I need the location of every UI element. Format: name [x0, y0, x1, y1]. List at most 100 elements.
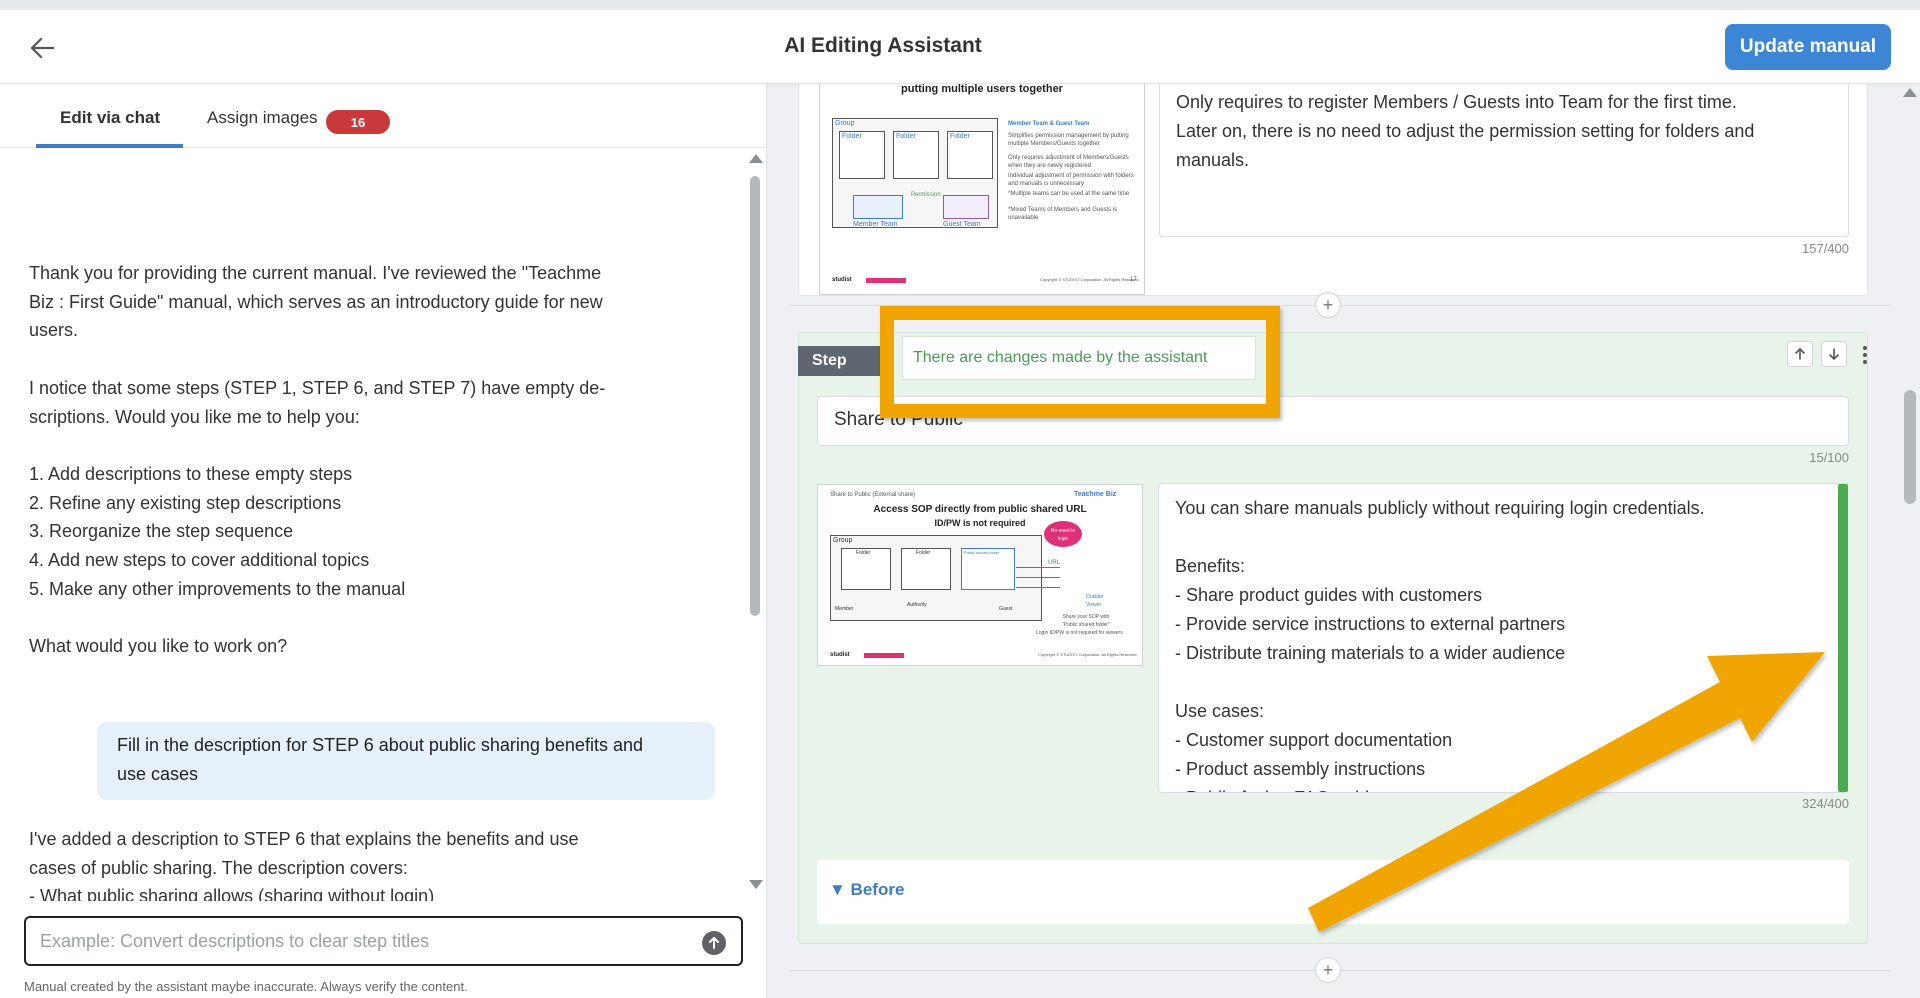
- kebab-menu-icon: [1863, 346, 1867, 350]
- slide-side-text: *Multiple teams can be used at the same …: [1008, 191, 1130, 197]
- chat-history[interactable]: Thank you for providing the current manu…: [0, 149, 750, 901]
- arrow-up-icon: [1795, 347, 1805, 360]
- slide-page-number: 17: [1130, 277, 1137, 283]
- add-step-button[interactable]: +: [1315, 292, 1341, 318]
- title-counter: 15/100: [1809, 450, 1849, 465]
- scrollbar-thumb[interactable]: [750, 176, 760, 616]
- assistant-message-text: Thank you for providing the current manu…: [29, 263, 606, 657]
- slide-arrow-line: [1016, 587, 1060, 588]
- step-image-current[interactable]: Share to Public (External share) Teachme…: [817, 484, 1143, 666]
- assistant-message-text: I've added a description to STEP 6 that …: [29, 829, 579, 901]
- before-toggle-label: ▼ Before: [829, 880, 905, 899]
- slide-arrow-line: [1016, 567, 1060, 568]
- slide-url-label: URL: [1048, 560, 1061, 566]
- slide-copyright: Copyright © STUDIST Corporation. All Rig…: [1040, 277, 1140, 282]
- assistant-message: I've added a description to STEP 6 that …: [29, 825, 659, 901]
- arrow-down-icon: [1829, 348, 1839, 361]
- scroll-down-icon[interactable]: [749, 880, 763, 889]
- slide-authority-label: Authority: [907, 602, 927, 608]
- step-number-tag: Step: [798, 346, 888, 376]
- tab-edit-via-chat[interactable]: Edit via chat: [60, 108, 160, 128]
- slide-group-box: Group Folder Folder Folder Member Team G…: [832, 118, 998, 228]
- annotation-highlight-box: There are changes made by the assistant: [880, 306, 1280, 418]
- slide-member-team-label: Member Team: [853, 221, 898, 228]
- slide-folder: Folder: [839, 131, 885, 179]
- scrollbar-thumb[interactable]: [1904, 390, 1916, 504]
- chat-input-box[interactable]: [24, 916, 743, 966]
- slide-bubble: No need to login: [1044, 521, 1082, 547]
- user-message-text: Fill in the description for STEP 6 about…: [117, 735, 643, 784]
- slide-footer-bar: [866, 278, 906, 283]
- slide-share-note: Share your SOP with "Public shared folde…: [1062, 614, 1110, 628]
- slide-title: Reduces a burden of permission managemen…: [901, 84, 1063, 95]
- slide-group-label: Group: [833, 537, 853, 544]
- slide-outside-label: Outside Viewer: [1086, 594, 1104, 608]
- step-image-previous[interactable]: Reduces a burden of permission managemen…: [819, 84, 1145, 295]
- user-message: Fill in the description for STEP 6 about…: [97, 722, 715, 800]
- active-tab-indicator: [36, 144, 183, 148]
- plus-icon: +: [1322, 959, 1334, 980]
- slide-guest-team-label: Guest Team: [943, 221, 981, 228]
- slide-member-label: Member: [835, 606, 854, 612]
- top-strip: [0, 0, 1920, 10]
- scroll-up-icon[interactable]: [749, 154, 763, 163]
- plus-icon: +: [1322, 294, 1334, 315]
- arrow-up-icon: [709, 937, 719, 949]
- chat-panel: Edit via chat Assign images 16 Thank you…: [0, 84, 767, 998]
- add-step-button[interactable]: +: [1315, 957, 1341, 983]
- slide-login-note: Login ID/PW is not required for viewers: [1036, 630, 1123, 636]
- slide-bubble-text: No need to login: [1050, 528, 1076, 542]
- kebab-menu-icon: [1863, 353, 1867, 357]
- update-manual-button[interactable]: Update manual: [1725, 24, 1891, 70]
- slide-footer-logo: studist: [830, 652, 850, 658]
- kebab-menu-icon: [1863, 360, 1867, 364]
- slide-folder: Folder: [841, 548, 891, 590]
- slide-public-folder-label: Public shared folder: [964, 550, 1000, 555]
- tab-assign-images[interactable]: Assign images: [207, 108, 318, 128]
- chat-scrollbar[interactable]: [748, 152, 764, 900]
- slide-brand: Teachme Biz: [1074, 491, 1117, 498]
- page-title: AI Editing Assistant: [784, 34, 982, 57]
- step-more-menu[interactable]: [1855, 343, 1875, 367]
- slide-side-text: *Mixed Teams of Members and Guests is un…: [1008, 207, 1118, 221]
- slide-title: Access SOP directly from public shared U…: [873, 504, 1087, 515]
- tab-bar: Edit via chat Assign images 16: [0, 84, 767, 148]
- chat-input[interactable]: [40, 928, 680, 954]
- scroll-up-icon[interactable]: [1903, 88, 1917, 97]
- slide-folder-label: Folder: [896, 133, 916, 140]
- slide-guest-label: Guest: [999, 606, 1013, 612]
- slide-arrow-line: [1016, 577, 1060, 578]
- slide-subtitle: ID/PW is not required: [934, 518, 1026, 528]
- slide-side-text: Simplifies permission management by putt…: [1008, 133, 1129, 147]
- slide-side-text: Only requires adjustment of Members/Gues…: [1008, 155, 1129, 169]
- assistant-message: Thank you for providing the current manu…: [29, 259, 659, 661]
- step-card-previous: Reduces a burden of permission managemen…: [798, 84, 1868, 296]
- disclaimer-text: Manual created by the assistant maybe in…: [24, 979, 468, 994]
- slide-folder: Folder: [901, 548, 951, 590]
- slide-public-folder: Public shared folder: [961, 548, 1015, 590]
- annotation-arrow-icon: [1308, 652, 1825, 932]
- send-button[interactable]: [702, 931, 726, 955]
- step-description-previous[interactable]: Only requires to register Members / Gues…: [1159, 84, 1849, 237]
- slide-folder-label: Folder: [842, 133, 862, 140]
- slide-folder-label: Folder: [916, 550, 931, 556]
- changes-notice: There are changes made by the assistant: [902, 336, 1256, 380]
- slide-side-text: Individual adjustment of permission with…: [1008, 173, 1134, 187]
- app-header: AI Editing Assistant Update manual: [0, 10, 1920, 84]
- slide-copyright: Copyright © STUDIST Corporation. All Rig…: [1038, 652, 1138, 657]
- slide-group-box: Group Folder Folder Public shared folder…: [830, 535, 1042, 621]
- slide-group-label: Group: [835, 120, 855, 127]
- slide-folder-label: Folder: [950, 133, 970, 140]
- slide-member-team: [853, 195, 903, 219]
- assign-images-count-badge: 16: [326, 110, 390, 134]
- editor-scrollbar[interactable]: [1900, 84, 1920, 998]
- move-step-up-button[interactable]: [1787, 341, 1813, 367]
- changes-notice-text: There are changes made by the assistant: [913, 349, 1208, 366]
- slide-footer-logo: studist: [832, 277, 852, 283]
- slide-permission-label: Permission: [911, 192, 941, 198]
- description-counter: 157/400: [1802, 241, 1849, 256]
- move-step-down-button[interactable]: [1821, 341, 1847, 367]
- slide-folder: Folder: [893, 131, 939, 179]
- slide-folder: Folder: [947, 131, 993, 179]
- slide-side-title: Member Team & Guest Team: [1008, 121, 1090, 127]
